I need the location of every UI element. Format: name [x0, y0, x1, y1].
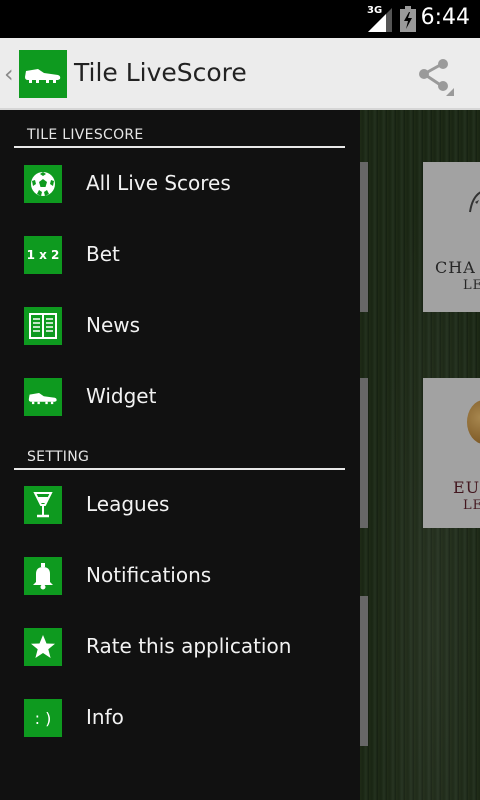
status-bar: 3G 6:44 [0, 0, 480, 38]
battery-icon [400, 6, 416, 32]
clock: 6:44 [420, 5, 470, 30]
menu-item-leagues[interactable]: Leagues [0, 470, 360, 540]
menu-item-label: News [86, 313, 141, 337]
soccer-ball-icon [24, 165, 62, 203]
drawer-scrim [360, 110, 480, 800]
action-bar: ‹ Tile LiveScore [0, 38, 480, 110]
section-header-label: TILE LIVESCORE [27, 127, 144, 143]
menu-item-news[interactable]: News [0, 291, 360, 361]
section-header-label: SETTING [27, 449, 90, 465]
menu-item-label: Bet [86, 242, 120, 266]
menu-item-bet[interactable]: 1 x 2 Bet [0, 220, 360, 290]
share-icon[interactable] [416, 56, 456, 100]
menu-item-label: Notifications [86, 563, 212, 587]
menu-item-label: Info [86, 705, 124, 729]
menu-item-label: Rate this application [86, 634, 292, 658]
menu-item-notifications[interactable]: Notifications [0, 541, 360, 611]
navigation-drawer: TILE LIVESCORE All Live Scores 1 x 2 Bet [0, 110, 360, 800]
section-header-tile-livescore: TILE LIVESCORE [14, 118, 345, 148]
bell-icon [24, 557, 62, 595]
menu-item-all-live-scores[interactable]: All Live Scores [0, 149, 360, 219]
page-title: Tile LiveScore [74, 58, 247, 87]
trophy-cup-icon [24, 486, 62, 524]
menu-item-widget[interactable]: Widget [0, 362, 360, 432]
football-boot-icon [24, 378, 62, 416]
section-header-setting: SETTING [14, 440, 345, 470]
smiley-icon: : ) [24, 699, 62, 737]
up-caret-icon[interactable]: ‹ [4, 60, 14, 88]
star-icon [24, 628, 62, 666]
menu-item-label: All Live Scores [86, 171, 231, 195]
main-content: CHA LE EU LE [360, 110, 480, 800]
signal-icon [368, 8, 392, 32]
football-boot-icon[interactable] [19, 50, 67, 98]
menu-item-label: Widget [86, 384, 157, 408]
menu-item-info[interactable]: : ) Info [0, 683, 360, 753]
newspaper-icon [24, 307, 62, 345]
menu-item-rate-this-application[interactable]: Rate this application [0, 612, 360, 682]
menu-item-label: Leagues [86, 492, 170, 516]
one-x-two-icon: 1 x 2 [24, 236, 62, 274]
